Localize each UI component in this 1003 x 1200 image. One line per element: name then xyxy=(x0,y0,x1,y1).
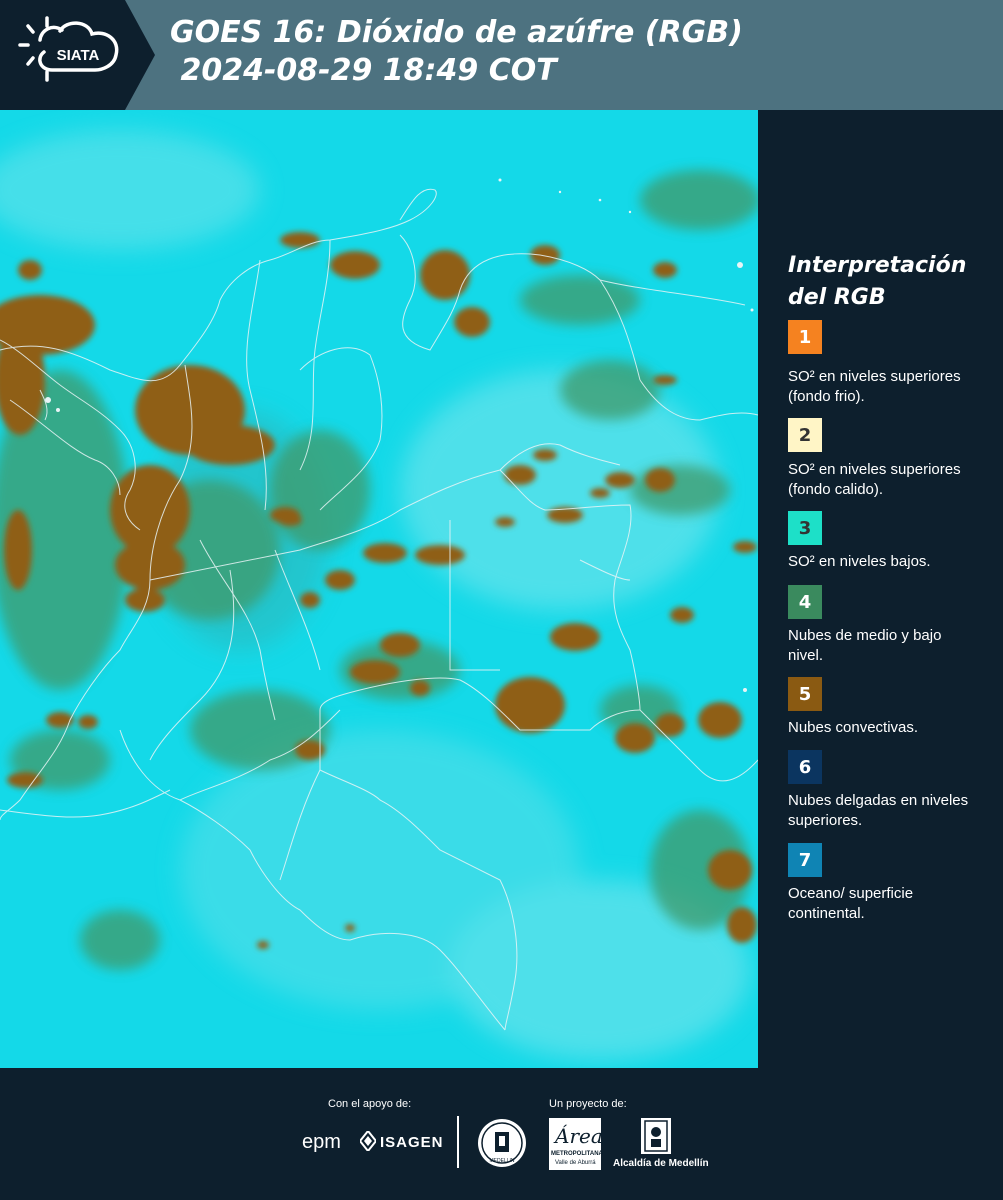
isagen-icon xyxy=(358,1129,378,1153)
legend-label-4: Nubes de medio y bajo nivel. xyxy=(788,627,942,664)
area-sub-2: Valle de Aburrá xyxy=(555,1160,596,1166)
title-line-1: GOES 16: Dióxido de azúfre (RGB) xyxy=(170,15,743,50)
legend-title: Interpretación del RGB xyxy=(788,250,966,314)
footer-bar: Con el apoyo de: Un proyecto de: epm ISA… xyxy=(0,1068,1003,1200)
area-metropolitana-logo: Área METROPOLITANA Valle de Aburrá xyxy=(549,1118,603,1170)
alcaldia-seal xyxy=(641,1118,671,1154)
legend-title-line-2: del RGB xyxy=(788,285,886,310)
title-line-2: 2024-08-29 18:49 COT xyxy=(170,53,557,88)
medellin-seal: MEDELLIN xyxy=(477,1118,527,1168)
legend-swatch-6: 6 xyxy=(788,750,822,784)
area-logo-text: Área xyxy=(555,1124,603,1148)
legend-swatch-2: 2 xyxy=(788,418,822,452)
rgb-composite-image xyxy=(0,110,758,1068)
project-label: Un proyecto de: xyxy=(549,1098,627,1110)
legend-swatch-1: 1 xyxy=(788,320,822,354)
footer-divider xyxy=(457,1116,459,1168)
legend-swatch-7: 7 xyxy=(788,843,822,877)
siata-logo-text: SIATA xyxy=(57,47,100,64)
legend-swatch-3: 3 xyxy=(788,511,822,545)
legend-label-6: Nubes delgadas en niveles superiores. xyxy=(788,792,969,829)
area-sub-1: METROPOLITANA xyxy=(551,1151,603,1157)
isagen-logo: ISAGEN xyxy=(380,1134,444,1151)
legend-label-5: Nubes convectivas. xyxy=(788,719,919,736)
support-label: Con el apoyo de: xyxy=(328,1098,412,1110)
page-title: GOES 16: Dióxido de azúfre (RGB) 2024-08… xyxy=(170,14,743,90)
header-bar: SIATA GOES 16: Dióxido de azúfre (RGB) 2… xyxy=(0,0,1003,110)
satellite-map xyxy=(0,110,758,1068)
siata-logo: SIATA xyxy=(0,0,155,110)
legend-title-line-1: Interpretación xyxy=(788,253,967,278)
epm-logo: epm xyxy=(302,1131,341,1153)
legend-label-1: SO² en niveles superiores (fondo frio). xyxy=(788,368,961,405)
legend-label-7: Oceano/ superficie continental. xyxy=(788,885,914,922)
legend-label-2: SO² en niveles superiores (fondo calido)… xyxy=(788,461,961,498)
legend-swatch-5: 5 xyxy=(788,677,822,711)
medellin-seal-text: MEDELLIN xyxy=(489,1158,514,1164)
alcaldia-text: Alcaldía de Medellín xyxy=(613,1158,709,1169)
legend-panel: Interpretación del RGB 1 SO² en niveles s… xyxy=(760,110,1003,1068)
legend-swatch-4: 4 xyxy=(788,585,822,619)
legend-label-3: SO² en niveles bajos. xyxy=(788,553,931,570)
